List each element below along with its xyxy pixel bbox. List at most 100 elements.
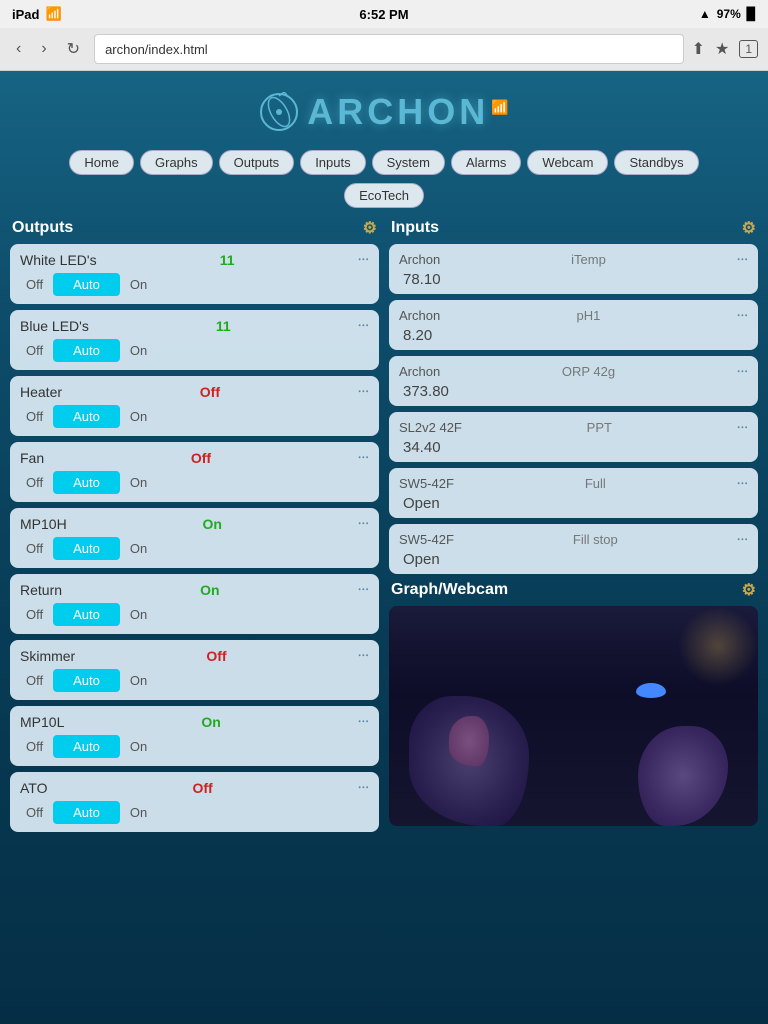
nav-alarms[interactable]: Alarms — [451, 150, 521, 175]
slider-icon[interactable]: ⸱⸱⸱ — [358, 382, 369, 401]
slider-icon[interactable]: ⸱⸱⸱ — [737, 474, 748, 493]
aquarium-rock2 — [638, 726, 728, 826]
input-name: iTemp — [571, 252, 606, 267]
output-value: On — [201, 714, 220, 730]
slider-icon[interactable]: ⸱⸱⸱ — [358, 514, 369, 533]
output-auto-button[interactable]: Auto — [53, 339, 120, 362]
back-button[interactable]: ‹ — [10, 38, 27, 60]
address-bar[interactable] — [94, 34, 684, 64]
signal-icon: ▲ — [699, 7, 711, 21]
output-off-button[interactable]: Off — [20, 737, 49, 756]
nav-webcam[interactable]: Webcam — [527, 150, 608, 175]
output-on-button[interactable]: On — [124, 407, 153, 426]
input-source: SL2v2 42F — [399, 420, 462, 435]
output-off-button[interactable]: Off — [20, 803, 49, 822]
output-on-button[interactable]: On — [124, 341, 153, 360]
output-auto-button[interactable]: Auto — [53, 669, 120, 692]
input-name: pH1 — [577, 308, 601, 323]
input-value: Open — [399, 549, 748, 568]
output-off-button[interactable]: Off — [20, 671, 49, 690]
slider-icon[interactable]: ⸱⸱⸱ — [737, 306, 748, 325]
output-auto-button[interactable]: Auto — [53, 603, 120, 626]
share-icon[interactable]: ⬆ — [692, 39, 705, 59]
slider-icon[interactable]: ⸱⸱⸱ — [737, 530, 748, 549]
output-on-button[interactable]: On — [124, 737, 153, 756]
input-name: ORP 42g — [562, 364, 615, 379]
output-value: On — [200, 582, 219, 598]
output-value: 11 — [216, 318, 231, 334]
slider-icon[interactable]: ⸱⸱⸱ — [358, 316, 369, 335]
output-blue-leds: Blue LED's 11 ⸱⸱⸱ Off Auto On — [10, 310, 379, 370]
nav-graphs[interactable]: Graphs — [140, 150, 213, 175]
output-name: Blue LED's — [20, 318, 89, 334]
output-auto-button[interactable]: Auto — [53, 801, 120, 824]
input-value: Open — [399, 493, 748, 512]
slider-icon[interactable]: ⸱⸱⸱ — [358, 448, 369, 467]
slider-icon[interactable]: ⸱⸱⸱ — [358, 712, 369, 731]
bookmark-icon[interactable]: ★ — [715, 39, 729, 59]
output-name: Fan — [20, 450, 44, 466]
input-orp: Archon ORP 42g ⸱⸱⸱ 373.80 — [389, 356, 758, 406]
inputs-gear-icon[interactable]: ⚙ — [742, 218, 756, 238]
logo-wifi-icon: 📶 — [491, 99, 508, 116]
output-mp10l: MP10L On ⸱⸱⸱ Off Auto On — [10, 706, 379, 766]
outputs-panel: Outputs ⚙ White LED's 11 ⸱⸱⸱ Off Auto On — [10, 218, 379, 838]
input-value: 373.80 — [399, 381, 748, 400]
input-ph1: Archon pH1 ⸱⸱⸱ 8.20 — [389, 300, 758, 350]
outputs-gear-icon[interactable]: ⚙ — [363, 218, 377, 238]
forward-button[interactable]: › — [35, 38, 52, 60]
nav-system[interactable]: System — [372, 150, 445, 175]
output-off-button[interactable]: Off — [20, 341, 49, 360]
output-off-button[interactable]: Off — [20, 275, 49, 294]
output-value: Off — [206, 648, 226, 664]
refresh-button[interactable]: ↻ — [61, 37, 86, 61]
output-on-button[interactable]: On — [124, 275, 153, 294]
status-bar-right: ▲ 97% ▉ — [699, 7, 756, 21]
output-on-button[interactable]: On — [124, 671, 153, 690]
tab-count[interactable]: 1 — [739, 40, 758, 58]
output-off-button[interactable]: Off — [20, 539, 49, 558]
output-auto-button[interactable]: Auto — [53, 471, 120, 494]
slider-icon[interactable]: ⸱⸱⸱ — [358, 250, 369, 269]
graph-title-row: Graph/Webcam ⚙ — [389, 580, 758, 600]
aquarium-glow — [678, 606, 758, 686]
input-source: Archon — [399, 308, 440, 323]
output-on-button[interactable]: On — [124, 473, 153, 492]
output-name: MP10H — [20, 516, 67, 532]
output-auto-button[interactable]: Auto — [53, 405, 120, 428]
slider-icon[interactable]: ⸱⸱⸱ — [358, 778, 369, 797]
nav-home[interactable]: Home — [69, 150, 134, 175]
output-skimmer: Skimmer Off ⸱⸱⸱ Off Auto On — [10, 640, 379, 700]
output-value: 11 — [220, 252, 235, 268]
slider-icon[interactable]: ⸱⸱⸱ — [358, 580, 369, 599]
graph-gear-icon[interactable]: ⚙ — [742, 580, 756, 600]
output-off-button[interactable]: Off — [20, 473, 49, 492]
outputs-label: Outputs — [12, 219, 73, 237]
output-on-button[interactable]: On — [124, 605, 153, 624]
app-header: ARCHON 📶 — [10, 81, 758, 142]
right-panel: Inputs ⚙ Archon iTemp ⸱⸱⸱ 78.10 Archon p… — [389, 218, 758, 826]
input-name: Fill stop — [573, 532, 618, 547]
nav-ecotech[interactable]: EcoTech — [344, 183, 424, 208]
webcam-frame — [389, 606, 758, 826]
output-auto-button[interactable]: Auto — [53, 735, 120, 758]
nav-inputs[interactable]: Inputs — [300, 150, 365, 175]
output-auto-button[interactable]: Auto — [53, 537, 120, 560]
output-on-button[interactable]: On — [124, 539, 153, 558]
slider-icon[interactable]: ⸱⸱⸱ — [737, 362, 748, 381]
output-value: On — [202, 516, 221, 532]
aquarium-fish — [636, 683, 666, 698]
slider-icon[interactable]: ⸱⸱⸱ — [737, 250, 748, 269]
output-on-button[interactable]: On — [124, 803, 153, 822]
output-mp10h: MP10H On ⸱⸱⸱ Off Auto On — [10, 508, 379, 568]
slider-icon[interactable]: ⸱⸱⸱ — [737, 418, 748, 437]
output-off-button[interactable]: Off — [20, 605, 49, 624]
output-auto-button[interactable]: Auto — [53, 273, 120, 296]
browser-actions: ⬆ ★ 1 — [692, 39, 758, 59]
input-value: 34.40 — [399, 437, 748, 456]
nav-standbys[interactable]: Standbys — [614, 150, 698, 175]
output-off-button[interactable]: Off — [20, 407, 49, 426]
nav-outputs[interactable]: Outputs — [219, 150, 295, 175]
input-source: Archon — [399, 252, 440, 267]
slider-icon[interactable]: ⸱⸱⸱ — [358, 646, 369, 665]
